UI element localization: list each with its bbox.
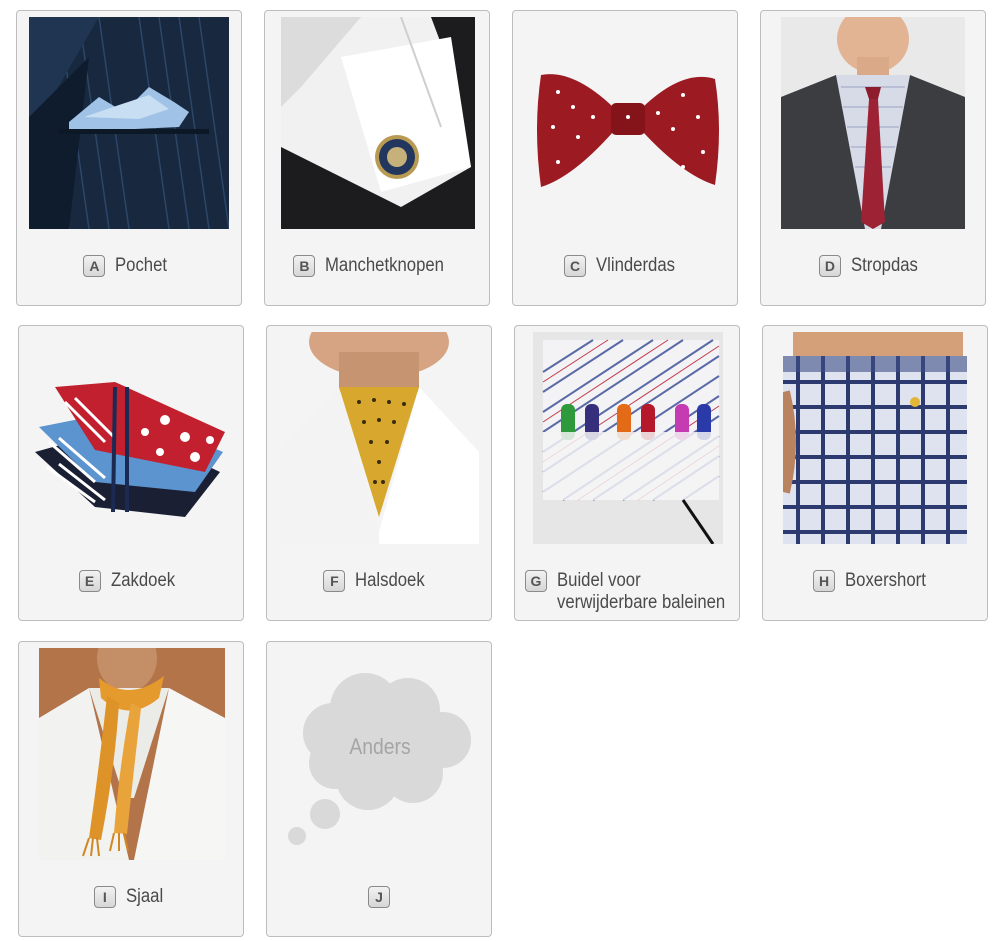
option-card-c[interactable]: C Vlinderdas	[512, 10, 738, 306]
option-letter-badge: H	[813, 570, 836, 592]
option-letter-badge: F	[323, 570, 346, 592]
option-letter-badge: I	[93, 886, 116, 908]
option-card-a[interactable]: A Pochet	[16, 10, 242, 306]
option-label-row: D Stropdas	[761, 255, 985, 277]
other-option-placeholder: Anders	[349, 734, 411, 759]
handkerchief-photo	[35, 332, 229, 544]
option-label: Sjaal	[125, 886, 164, 907]
thought-cloud-icon: Anders	[283, 648, 477, 860]
option-label: Stropdas	[850, 255, 918, 276]
option-letter-badge: D	[818, 255, 841, 277]
option-letter-badge: E	[78, 570, 101, 592]
option-label-line: Buidel voor	[557, 570, 641, 591]
option-card-i[interactable]: I Sjaal	[18, 641, 244, 937]
scarf-photo	[39, 648, 225, 860]
option-card-d[interactable]: D Stropdas	[760, 10, 986, 306]
option-label: Buidel voor verwijderbare baleinen	[557, 570, 725, 614]
option-label-line: verwijderbare baleinen	[557, 592, 726, 613]
option-label: Boxershort	[845, 570, 926, 591]
option-card-g[interactable]: G Buidel voor verwijderbare baleinen	[514, 325, 740, 621]
option-card-h[interactable]: H Boxershort	[762, 325, 988, 621]
option-label-row: F Halsdoek	[267, 570, 491, 592]
option-label: Halsdoek	[355, 570, 426, 591]
bow-tie-photo	[533, 17, 723, 229]
option-letter-badge: J	[368, 886, 390, 908]
collar-stay-pouch-photo	[533, 332, 723, 544]
option-label: Vlinderdas	[596, 255, 676, 276]
option-label-row: B Manchetknopen	[265, 255, 489, 277]
boxer-shorts-photo	[783, 332, 967, 544]
cravat-photo	[279, 332, 479, 544]
option-card-j[interactable]: Anders J	[266, 641, 492, 937]
cufflinks-photo	[281, 17, 475, 229]
option-label-row: H Boxershort	[763, 570, 987, 592]
option-letter-badge: C	[564, 255, 587, 277]
option-letter-badge: A	[83, 255, 106, 277]
option-label-row: I Sjaal	[19, 886, 243, 908]
option-card-e[interactable]: E Zakdoek	[18, 325, 244, 621]
option-label: Zakdoek	[110, 570, 175, 591]
option-label-row: J	[267, 886, 491, 908]
option-label: Manchetknopen	[325, 255, 445, 276]
option-label-row: G Buidel voor verwijderbare baleinen	[515, 570, 739, 614]
option-label: Pochet	[115, 255, 168, 276]
option-label-row: C Vlinderdas	[513, 255, 737, 277]
option-card-b[interactable]: B Manchetknopen	[264, 10, 490, 306]
option-letter-badge: G	[525, 570, 547, 592]
option-card-f[interactable]: F Halsdoek	[266, 325, 492, 621]
pocket-square-photo	[29, 17, 229, 229]
option-label-row: E Zakdoek	[19, 570, 243, 592]
option-letter-badge: B	[293, 255, 316, 277]
option-label-row: A Pochet	[17, 255, 241, 277]
necktie-photo	[781, 17, 965, 229]
